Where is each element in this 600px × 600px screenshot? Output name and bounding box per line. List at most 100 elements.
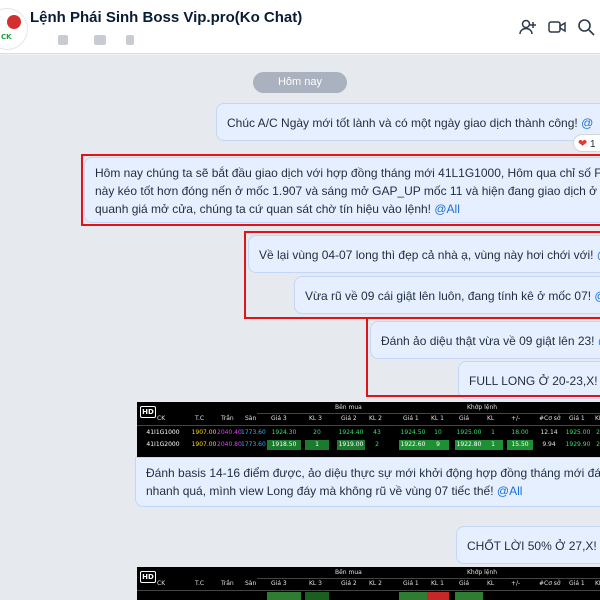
highlight-frame	[81, 154, 600, 226]
price-cell: 43	[373, 429, 381, 436]
column-header: Giá 1	[403, 415, 419, 422]
price-cell: 1924.50	[400, 429, 426, 436]
column-header: Trần	[221, 580, 234, 587]
column-header: KL 1	[595, 415, 600, 422]
price-cell: 1925.00	[456, 429, 482, 436]
price-cell: 1924.30	[271, 429, 297, 436]
price-cell: 1773.60	[241, 429, 266, 436]
price-cell: 9.94	[542, 441, 556, 448]
mention[interactable]: @	[581, 116, 593, 130]
board-separator	[137, 590, 600, 591]
price-cell	[267, 592, 301, 600]
price-cell: 1922.60	[399, 440, 427, 450]
blurred-subtitle	[58, 35, 68, 45]
heart-icon: ❤	[578, 138, 588, 150]
message-list[interactable]: Hôm nay Chúc A/C Ngày mới tốt lành và có…	[0, 55, 600, 600]
price-cell: 2	[596, 441, 600, 448]
message-bubble[interactable]: Chúc A/C Ngày mới tốt lành và có một ngà…	[216, 103, 600, 141]
group-header-match: Khớp lệnh	[467, 404, 498, 411]
avatar-label: CK	[1, 33, 12, 41]
price-cell	[427, 592, 449, 600]
price-cell	[455, 592, 483, 600]
chat-header: CK Lệnh Phái Sinh Boss Vip.pro(Ko Chat)	[0, 0, 600, 54]
price-cell	[399, 592, 427, 600]
column-header: CK	[157, 415, 166, 422]
price-cell: 41I1G1000	[146, 429, 180, 436]
chat-title: Lệnh Phái Sinh Boss Vip.pro(Ko Chat)	[30, 9, 303, 26]
price-cell: 2040.40	[217, 429, 242, 436]
price-cell: 2040.80	[217, 441, 242, 448]
price-cell: 1907.00	[191, 429, 217, 436]
column-header: Giá	[459, 580, 469, 587]
search-icon[interactable]	[576, 17, 596, 37]
blurred-subtitle	[126, 35, 134, 45]
price-cell: 1925.00	[565, 429, 591, 436]
column-header: KL 1	[431, 415, 445, 422]
blurred-subtitle	[94, 35, 106, 45]
reaction-badge[interactable]: ❤ 1	[573, 134, 600, 152]
price-cell: 1929.90	[565, 441, 591, 448]
highlight-frame	[366, 317, 600, 397]
add-member-icon[interactable]	[518, 17, 538, 37]
column-header: Giá 1	[569, 415, 585, 422]
price-cell: 1924.40	[338, 429, 364, 436]
price-cell: 10	[434, 429, 442, 436]
column-header: +/-	[511, 415, 521, 422]
video-call-icon[interactable]	[547, 17, 567, 37]
hd-badge: HD	[140, 571, 156, 583]
column-header: Giá 1	[569, 580, 585, 587]
column-header: Giá	[459, 415, 469, 422]
message-text: CHỐT LỜI 50% Ở 27,X!	[467, 539, 600, 553]
column-header: T.C	[195, 580, 205, 587]
price-cell: 12.14	[540, 429, 558, 436]
highlight-frame	[244, 231, 600, 319]
price-cell: 1	[491, 429, 495, 436]
column-header: KL 3	[309, 415, 323, 422]
group-avatar[interactable]: CK	[0, 8, 28, 50]
column-header: KL 3	[309, 580, 323, 587]
column-header: KL 2	[369, 580, 383, 587]
price-cell: 15.50	[507, 440, 533, 450]
column-header: #Cơ sở	[539, 580, 561, 587]
hd-badge: HD	[140, 406, 156, 418]
column-header: KL 1	[595, 580, 600, 587]
date-separator: Hôm nay	[253, 72, 347, 93]
price-cell: 1	[483, 440, 503, 450]
column-header: +/-	[511, 580, 521, 587]
column-header: Sàn	[245, 415, 257, 422]
column-header: KL 2	[369, 415, 383, 422]
price-cell: 1773.60	[241, 441, 266, 448]
column-header: KL	[487, 580, 495, 587]
price-cell: 1	[305, 440, 329, 450]
price-board-image[interactable]: HD Bên mua Khớp lệnh CK T.C Trần Sàn Giá 3 KL 3 G…	[137, 402, 600, 461]
price-cell: 1919.00	[337, 440, 365, 450]
price-cell	[305, 592, 329, 600]
board-separator	[257, 578, 600, 579]
column-header: KL 1	[431, 580, 445, 587]
board-separator	[137, 425, 600, 426]
price-cell: 2	[375, 441, 379, 448]
price-cell: 9	[427, 440, 449, 450]
logo-mark	[7, 15, 21, 29]
message-text: Chúc A/C Ngày mới tốt lành và có một ngà…	[227, 116, 582, 130]
column-header: Trần	[221, 415, 234, 422]
price-cell: 20	[313, 429, 321, 436]
price-cell: 41I1G2000	[146, 441, 180, 448]
column-header: T.C	[195, 415, 205, 422]
column-header: KL	[487, 415, 495, 422]
message-bubble[interactable]: CHỐT LỜI 50% Ở 27,X! @	[456, 526, 600, 564]
price-board-image[interactable]: HD Bên mua Khớp lệnh CK T.C Trần Sàn Giá 3 KL 3 G…	[137, 567, 600, 600]
price-cell: 1907.00	[191, 441, 217, 448]
mention[interactable]: @All	[497, 484, 523, 498]
message-bubble[interactable]: Đánh basis 14-16 điểm được, ảo diệu thực…	[135, 457, 600, 507]
group-header-buy: Bên mua	[335, 404, 362, 411]
column-header: Sàn	[245, 580, 257, 587]
price-cell: 1918.50	[267, 440, 301, 450]
message-line: nhanh quá, mình view Long đáy mà không r…	[146, 484, 497, 498]
column-header: Giá 2	[341, 415, 357, 422]
column-header: #Cơ sở	[539, 415, 561, 422]
price-cell: 18.00	[511, 429, 529, 436]
column-header: CK	[157, 580, 166, 587]
group-header-match: Khớp lệnh	[467, 569, 498, 576]
column-header: Giá 1	[403, 580, 419, 587]
